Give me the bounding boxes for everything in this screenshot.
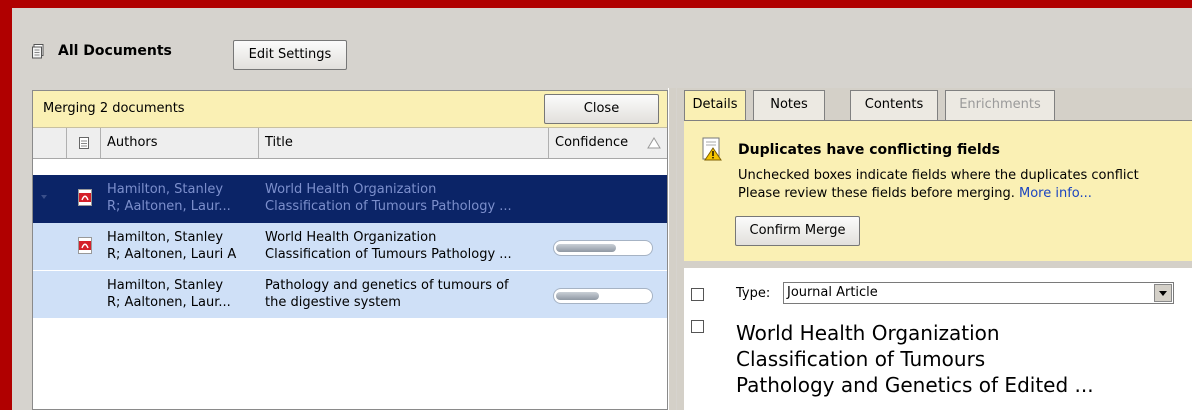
confidence-bar-fill: [556, 244, 616, 252]
file-type-icon: [79, 137, 89, 149]
type-checkbox[interactable]: [691, 288, 704, 301]
expand-arrow-icon[interactable]: [41, 195, 47, 199]
row-authors: Hamilton, Stanley R; Aaltonen, Lauri A: [107, 230, 237, 262]
close-button[interactable]: Close: [544, 94, 659, 124]
more-info-link[interactable]: More info...: [1019, 186, 1092, 201]
confidence-bar: [553, 240, 653, 256]
type-select-value: Journal Article: [787, 285, 878, 300]
window-frame-left: [0, 0, 12, 410]
window-frame-top: [0, 0, 1192, 8]
tab-details[interactable]: Details: [684, 90, 746, 121]
type-select[interactable]: Journal Article: [783, 282, 1174, 304]
pdf-icon: [78, 237, 92, 254]
table-row[interactable]: Hamilton, Stanley R; Aaltonen, Laur... Wo…: [33, 175, 667, 223]
tab-contents[interactable]: Contents: [850, 90, 938, 120]
notice-line-text: Please review these fields before mergin…: [738, 186, 1015, 201]
tab-enrichments[interactable]: Enrichments: [945, 90, 1055, 120]
dropdown-arrow-button[interactable]: [1154, 284, 1172, 302]
documents-icon: [32, 44, 44, 59]
row-authors: Hamilton, Stanley R; Aaltonen, Laur...: [107, 182, 231, 214]
edit-settings-button[interactable]: Edit Settings: [233, 40, 347, 70]
sort-ascending-icon: [647, 137, 661, 149]
column-expand[interactable]: [33, 128, 67, 158]
table-row[interactable]: Hamilton, Stanley R; Aaltonen, Lauri A Wo…: [33, 223, 667, 271]
tab-notes[interactable]: Notes: [753, 90, 825, 120]
column-confidence[interactable]: Confidence: [549, 128, 667, 158]
page-title: All Documents: [58, 43, 172, 59]
confirm-merge-button[interactable]: Confirm Merge: [735, 216, 860, 246]
confidence-bar: [553, 288, 653, 304]
warning-document-icon: [702, 137, 722, 161]
notice-title: Duplicates have conflicting fields: [738, 142, 1000, 158]
chevron-down-icon: [1159, 291, 1167, 296]
notice-line: Unchecked boxes indicate fields where th…: [738, 168, 1139, 183]
column-header: Authors Title Confidence: [33, 128, 667, 159]
document-title[interactable]: World Health Organization Classification…: [736, 320, 1176, 398]
column-confidence-label: Confidence: [555, 135, 629, 150]
column-file-type[interactable]: [67, 128, 101, 158]
column-authors[interactable]: Authors: [101, 128, 259, 158]
notice-line: Please review these fields before mergin…: [738, 186, 1092, 201]
column-title[interactable]: Title: [259, 128, 549, 158]
pdf-icon: [78, 189, 92, 206]
row-title: World Health Organization Classification …: [265, 230, 512, 262]
title-checkbox[interactable]: [691, 320, 704, 333]
table-row[interactable]: Hamilton, Stanley R; Aaltonen, Laur... Pa…: [33, 271, 667, 319]
merge-message: Merging 2 documents: [43, 101, 185, 116]
pane-splitter[interactable]: [668, 88, 676, 410]
confidence-bar-fill: [556, 292, 599, 300]
row-title: Pathology and genetics of tumours of the …: [265, 278, 509, 310]
row-authors: Hamilton, Stanley R; Aaltonen, Laur...: [107, 278, 231, 310]
merge-bar: Merging 2 documents Close: [33, 91, 667, 128]
row-title: World Health Organization Classification …: [265, 182, 512, 214]
document-list-pane: Merging 2 documents Close Authors Title …: [32, 90, 668, 410]
type-label: Type:: [736, 286, 771, 301]
